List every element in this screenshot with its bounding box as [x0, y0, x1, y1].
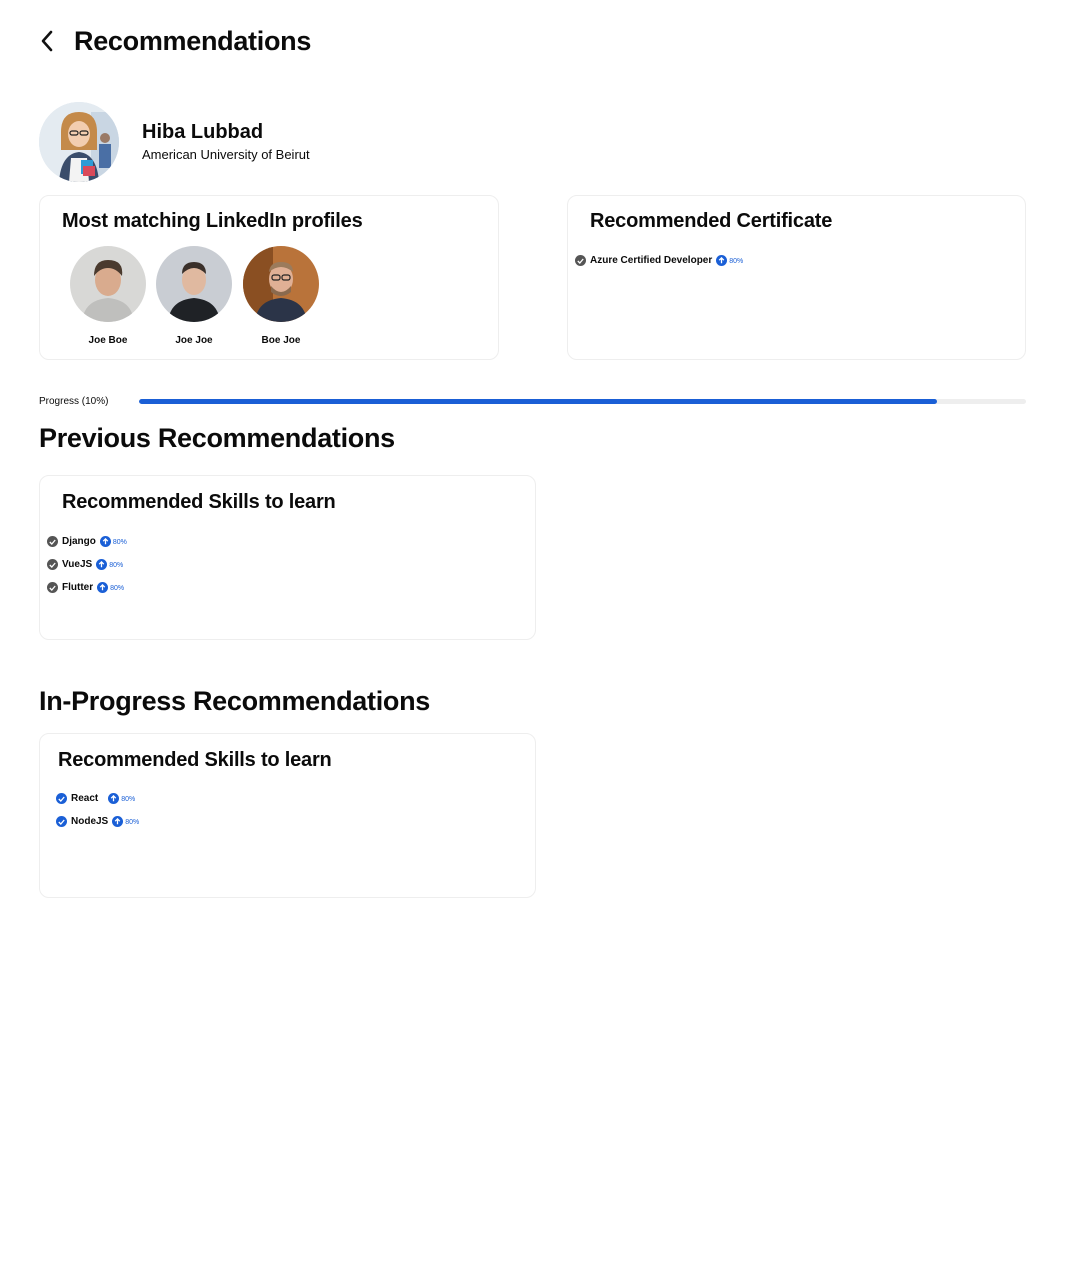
progress-label: Progress (10%)	[39, 396, 109, 407]
avatar	[70, 246, 146, 322]
progress-bar-fill	[139, 399, 938, 404]
check-circle-icon	[47, 559, 58, 570]
section-title-in-progress: In-Progress Recommendations	[39, 686, 430, 716]
skill-label: Django	[62, 536, 96, 547]
arrow-up-icon	[716, 255, 728, 266]
card-title: Recommended Skills to learn	[62, 491, 336, 513]
back-button[interactable]	[40, 24, 68, 58]
check-circle-icon	[47, 582, 58, 593]
linkedin-profile-name: Boe Joe	[261, 335, 301, 346]
linkedin-profile-name: Joe Boe	[88, 335, 128, 346]
match-percent: 80%	[729, 258, 744, 265]
recommended-certificate-card: Recommended Certificate Azure Certified …	[567, 195, 1026, 360]
check-circle-icon	[56, 793, 67, 804]
skill-item[interactable]: React 80%	[56, 793, 135, 804]
arrow-up-icon	[108, 793, 120, 804]
linkedin-profiles-card: Most matching LinkedIn profiles Joe Boe …	[39, 195, 499, 360]
skill-item[interactable]: VueJS 80%	[47, 559, 123, 570]
skill-label: Flutter	[62, 582, 94, 593]
profile-university: American University of Beirut	[142, 147, 310, 162]
check-circle-icon	[575, 255, 586, 266]
card-title: Recommended Skills to learn	[58, 749, 332, 771]
match-percent: 80%	[125, 819, 140, 826]
skill-item[interactable]: NodeJS 80%	[56, 816, 139, 827]
in-progress-skills-card: Recommended Skills to learn React 80% No…	[39, 733, 536, 898]
card-title: Most matching LinkedIn profiles	[62, 210, 363, 232]
linkedin-profile-name: Joe Joe	[175, 335, 213, 346]
certificate-item[interactable]: Azure Certified Developer 80%	[575, 255, 743, 266]
linkedin-profile[interactable]: Joe Joe	[156, 246, 232, 346]
match-percent: 80%	[109, 562, 124, 569]
skill-label: NodeJS	[71, 816, 109, 827]
avatar	[156, 246, 232, 322]
arrow-up-icon	[97, 582, 109, 593]
user-profile: Hiba Lubbad American University of Beiru…	[39, 102, 310, 182]
match-percent: 80%	[112, 539, 127, 546]
progress-bar	[139, 399, 1026, 404]
linkedin-profile[interactable]: Boe Joe	[243, 246, 319, 346]
match-percent: 80%	[121, 796, 136, 803]
card-title: Recommended Certificate	[590, 210, 833, 232]
avatar	[243, 246, 319, 322]
skill-item[interactable]: Django 80%	[47, 536, 127, 547]
linkedin-profile[interactable]: Joe Boe	[70, 246, 146, 346]
check-circle-icon	[47, 536, 58, 547]
skill-item[interactable]: Flutter 80%	[47, 582, 124, 593]
header: Recommendations	[40, 24, 311, 58]
skill-label: VueJS	[62, 559, 93, 570]
section-title-previous: Previous Recommendations	[39, 423, 395, 453]
previous-skills-card: Recommended Skills to learn Django 80% V…	[39, 475, 536, 640]
certificate-label: Azure Certified Developer	[590, 255, 713, 266]
arrow-up-icon	[112, 816, 124, 827]
arrow-up-icon	[96, 559, 108, 570]
match-percent: 80%	[110, 585, 125, 592]
skill-label: React	[71, 793, 99, 804]
profile-name: Hiba Lubbad	[142, 121, 264, 143]
chevron-left-icon	[41, 30, 53, 52]
avatar	[39, 102, 119, 182]
check-circle-icon	[56, 816, 67, 827]
page-title: Recommendations	[74, 25, 312, 56]
arrow-up-icon	[99, 536, 111, 547]
